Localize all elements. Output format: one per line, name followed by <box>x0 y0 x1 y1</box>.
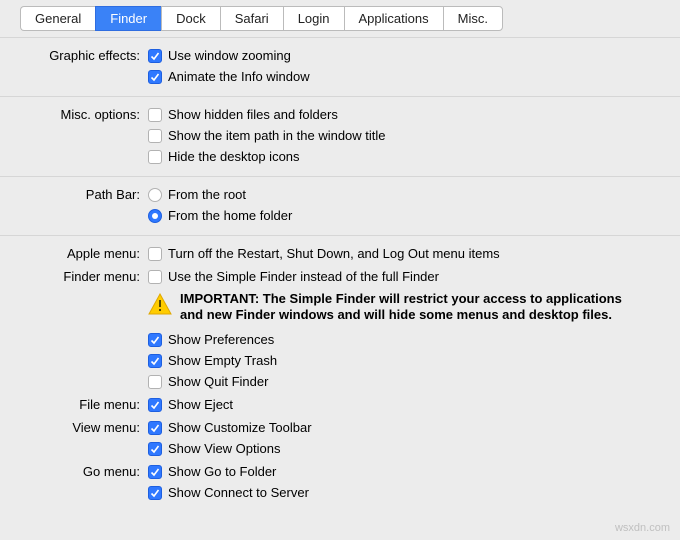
go-menu-label: Go menu: <box>0 461 146 479</box>
footer-watermark: wsxdn.com <box>615 522 670 534</box>
tab-finder[interactable]: Finder <box>95 6 161 31</box>
checkbox-show-quit-finder[interactable] <box>148 375 162 389</box>
simple-finder-warning: IMPORTANT: The Simple Finder will restri… <box>180 291 640 323</box>
show-eject-label: Show Eject <box>168 397 233 412</box>
checkbox-turn-off-restart[interactable] <box>148 247 162 261</box>
checkbox-animate-info-window[interactable] <box>148 70 162 84</box>
section-graphic-effects: Graphic effects: Use window zooming Anim… <box>0 37 680 96</box>
view-menu-label: View menu: <box>0 417 146 435</box>
show-connect-server-label: Show Connect to Server <box>168 485 309 500</box>
use-window-zooming-label: Use window zooming <box>168 48 291 63</box>
checkbox-show-go-to-folder[interactable] <box>148 465 162 479</box>
section-path-bar: Path Bar: From the root From the home fo… <box>0 176 680 235</box>
from-root-label: From the root <box>168 187 246 202</box>
tab-dock[interactable]: Dock <box>161 6 220 31</box>
tab-bar: General Finder Dock Safari Login Applica… <box>20 0 660 31</box>
graphic-effects-label: Graphic effects: <box>0 45 146 63</box>
file-menu-label: File menu: <box>0 394 146 412</box>
from-home-label: From the home folder <box>168 208 292 223</box>
show-customize-toolbar-label: Show Customize Toolbar <box>168 420 312 435</box>
show-preferences-label: Show Preferences <box>168 332 274 347</box>
tab-general[interactable]: General <box>20 6 95 31</box>
checkbox-use-simple-finder[interactable] <box>148 270 162 284</box>
checkbox-show-customize-toolbar[interactable] <box>148 421 162 435</box>
misc-options-label: Misc. options: <box>0 104 146 122</box>
section-menus: Apple menu: Turn off the Restart, Shut D… <box>0 235 680 512</box>
radio-from-root[interactable] <box>148 188 162 202</box>
tab-applications[interactable]: Applications <box>344 6 443 31</box>
finder-menu-label: Finder menu: <box>0 266 146 284</box>
checkbox-use-window-zooming[interactable] <box>148 49 162 63</box>
show-quit-finder-label: Show Quit Finder <box>168 374 268 389</box>
show-empty-trash-label: Show Empty Trash <box>168 353 277 368</box>
show-go-to-folder-label: Show Go to Folder <box>168 464 276 479</box>
radio-from-home[interactable] <box>148 209 162 223</box>
show-path-title-label: Show the item path in the window title <box>168 128 386 143</box>
checkbox-show-eject[interactable] <box>148 398 162 412</box>
turn-off-restart-label: Turn off the Restart, Shut Down, and Log… <box>168 246 500 261</box>
apple-menu-label: Apple menu: <box>0 243 146 261</box>
path-bar-label: Path Bar: <box>0 184 146 202</box>
warning-icon <box>148 293 172 315</box>
hide-desktop-icons-label: Hide the desktop icons <box>168 149 300 164</box>
checkbox-show-connect-server[interactable] <box>148 486 162 500</box>
section-misc-options: Misc. options: Show hidden files and fol… <box>0 96 680 176</box>
checkbox-show-empty-trash[interactable] <box>148 354 162 368</box>
animate-info-window-label: Animate the Info window <box>168 69 310 84</box>
use-simple-finder-label: Use the Simple Finder instead of the ful… <box>168 269 439 284</box>
tab-safari[interactable]: Safari <box>220 6 283 31</box>
checkbox-hide-desktop-icons[interactable] <box>148 150 162 164</box>
checkbox-show-view-options[interactable] <box>148 442 162 456</box>
checkbox-show-preferences[interactable] <box>148 333 162 347</box>
checkbox-show-hidden[interactable] <box>148 108 162 122</box>
show-hidden-label: Show hidden files and folders <box>168 107 338 122</box>
tab-login[interactable]: Login <box>283 6 344 31</box>
checkbox-show-path-title[interactable] <box>148 129 162 143</box>
show-view-options-label: Show View Options <box>168 441 281 456</box>
tab-misc[interactable]: Misc. <box>443 6 503 31</box>
